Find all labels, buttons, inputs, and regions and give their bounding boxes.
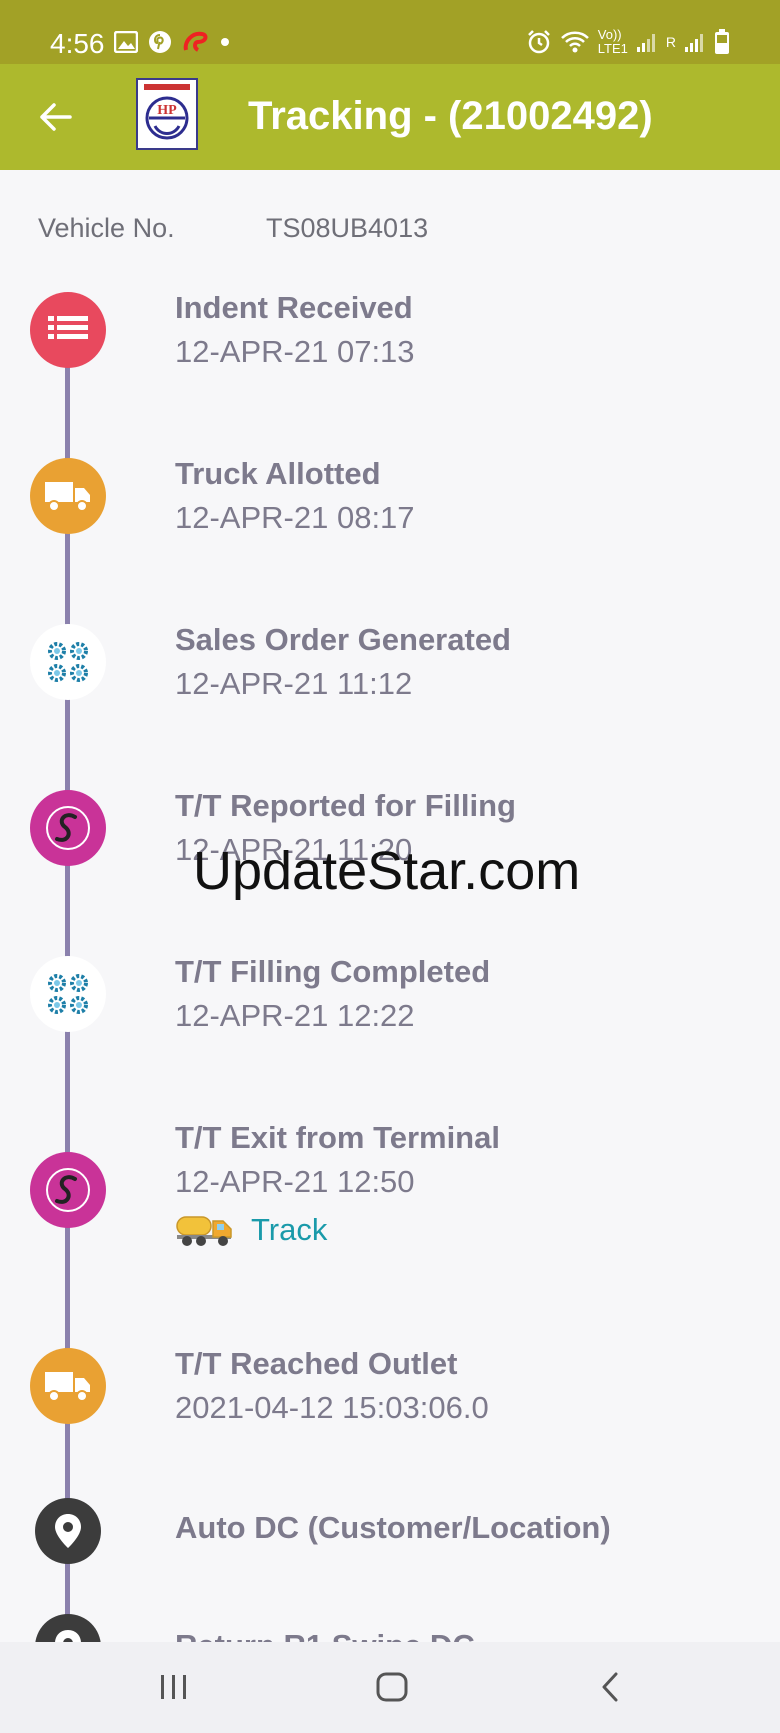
location-pin-icon (35, 1498, 101, 1564)
hp-logo-text: HP (157, 103, 177, 118)
truck-icon (30, 458, 106, 534)
recents-button[interactable] (144, 1662, 204, 1712)
airtel-icon (183, 31, 208, 52)
watermark: UpdateStar.com (193, 841, 581, 901)
hp-logo: HP (136, 78, 198, 150)
event-time: 12-APR-21 11:12 (175, 666, 413, 701)
swirl-icon (30, 790, 106, 866)
event-title: T/T Reached Outlet (175, 1346, 458, 1381)
gears-icon (30, 624, 106, 700)
status-bar: 4:56 Vo)) LTE1 R (0, 0, 780, 64)
track-link[interactable]: Track (175, 1212, 327, 1248)
status-system-icons: Vo)) LTE1 R (526, 28, 730, 56)
event-time: 12-APR-21 12:50 (175, 1164, 415, 1199)
signal-icon-sim2 (685, 34, 703, 52)
event-title: T/T Reported for Filling (175, 788, 516, 823)
app-bar: HP Tracking - (21002492) (0, 64, 780, 170)
wifi-icon (560, 31, 589, 53)
vehicle-number: TS08UB4013 (266, 213, 429, 243)
home-button[interactable] (362, 1662, 422, 1712)
home-icon (376, 1672, 408, 1702)
event-title: Indent Received (175, 290, 413, 325)
list-icon (30, 292, 106, 368)
event-title: Truck Allotted (175, 456, 381, 491)
event-time: 12-APR-21 08:17 (175, 500, 415, 535)
gallery-icon (114, 31, 138, 53)
signal-icon (636, 34, 655, 52)
tanker-truck-icon (176, 1216, 232, 1246)
back-nav-button[interactable] (580, 1662, 640, 1712)
system-nav-bar (0, 1642, 780, 1733)
event-title: T/T Filling Completed (175, 954, 491, 989)
page-title: Tracking - (21002492) (248, 94, 653, 138)
truck-icon (30, 1348, 106, 1424)
track-label: Track (251, 1212, 328, 1247)
battery-icon (715, 29, 729, 54)
volte-badge: Vo)) LTE1 (598, 28, 628, 56)
swirl-icon (30, 1152, 106, 1228)
volte-label: Vo)) (597, 27, 622, 42)
hp-logo-icon: HP (144, 84, 190, 140)
status-notification-icons (114, 30, 230, 54)
event-time: 12-APR-21 12:22 (175, 998, 415, 1033)
roaming-label: R (665, 34, 676, 50)
event-time: 2021-04-12 15:03:06.0 (175, 1390, 489, 1425)
status-time: 4:56 (50, 28, 105, 59)
event-title: Sales Order Generated (175, 622, 511, 657)
chevron-left-icon (602, 1672, 618, 1702)
event-title: T/T Exit from Terminal (175, 1120, 500, 1155)
alarm-icon (527, 30, 550, 54)
lte-label: LTE1 (597, 41, 628, 56)
event-title: Auto DC (Customer/Location) (175, 1510, 611, 1545)
event-time: 12-APR-21 07:13 (175, 334, 415, 369)
gears-icon (30, 956, 106, 1032)
arrow-left-icon (40, 103, 72, 131)
back-button[interactable] (30, 92, 80, 142)
pinterest-icon (149, 31, 171, 53)
vehicle-label: Vehicle No. (38, 213, 175, 243)
recents-icon (161, 1675, 186, 1699)
more-notifications-dot-icon (221, 38, 229, 46)
